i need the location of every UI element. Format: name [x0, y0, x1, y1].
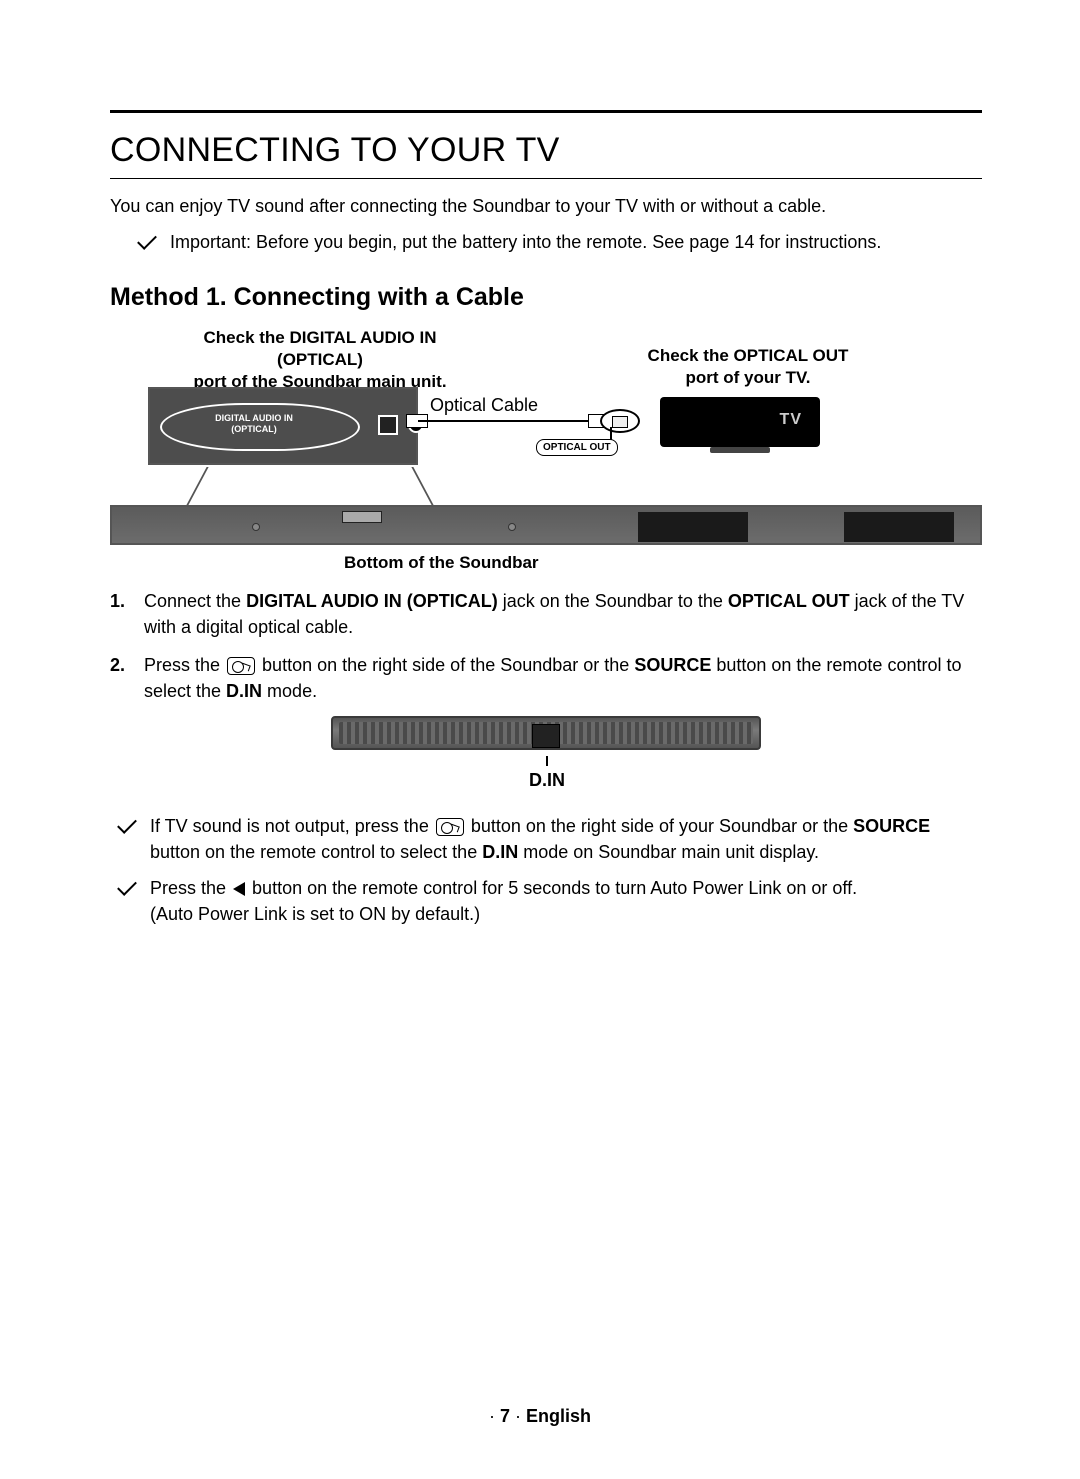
note1-post: mode on Soundbar main unit display.: [518, 842, 819, 862]
important-note-text: Important: Before you begin, put the bat…: [170, 229, 881, 255]
digital-in-line2: (OPTICAL): [231, 424, 277, 434]
checkmark-icon: [138, 233, 158, 253]
din-display-label: D.IN: [529, 770, 565, 791]
left-arrow-icon: [233, 882, 245, 896]
din-mode-diagram: D.IN: [331, 716, 761, 791]
step-2: Press the button on the right side of th…: [110, 652, 982, 704]
tv-optical-port-highlight-icon: [600, 409, 640, 433]
step-1: Connect the DIGITAL AUDIO IN (OPTICAL) j…: [110, 588, 982, 640]
step1-text-mid: jack on the Soundbar to the: [498, 591, 728, 611]
optical-out-port-label: OPTICAL OUT: [536, 439, 618, 456]
step2-text-pre: Press the: [144, 655, 225, 675]
speaker-grille-icon: [844, 512, 954, 542]
step2-text-post: mode.: [262, 681, 317, 701]
optical-cable-line-icon: [418, 420, 600, 422]
note2-subtext: (Auto Power Link is set to ON by default…: [150, 904, 480, 924]
footer-dot-left: ·: [489, 1406, 500, 1426]
note1-pre: If TV sound is not output, press the: [150, 816, 434, 836]
screw-icon: [508, 523, 516, 531]
notes-list: If TV sound is not output, press the but…: [110, 813, 982, 927]
method-heading: Method 1. Connecting with a Cable: [110, 283, 982, 312]
step2-bold-din: D.IN: [226, 681, 262, 701]
tv-illustration-icon: TV: [660, 397, 820, 447]
step1-bold-optical-out: OPTICAL OUT: [728, 591, 850, 611]
callout-left-line1: Check the DIGITAL AUDIO IN (OPTICAL): [204, 328, 437, 369]
callout-optical-out: Check the OPTICAL OUT port of your TV.: [630, 345, 866, 389]
note2-text: Press the button on the remote control f…: [150, 875, 857, 927]
port-jack-icon: [378, 415, 398, 435]
step1-text-pre: Connect the: [144, 591, 246, 611]
din-pointer-icon: [546, 756, 548, 766]
source-button-icon: [227, 657, 255, 675]
important-note-row: Important: Before you begin, put the bat…: [110, 229, 982, 255]
callout-right-line1: Check the OPTICAL OUT: [648, 346, 849, 365]
note-2: Press the button on the remote control f…: [110, 875, 982, 927]
speaker-grille-icon: [638, 512, 748, 542]
note2-pre: Press the: [150, 878, 231, 898]
footer-dot-right: ·: [510, 1406, 526, 1426]
step1-bold-digital-audio-in: DIGITAL AUDIO IN (OPTICAL): [246, 591, 498, 611]
digital-in-line1: DIGITAL AUDIO IN: [215, 413, 293, 423]
checkmark-icon: [118, 817, 138, 837]
note1-bold-source: SOURCE: [853, 816, 930, 836]
step2-text-mid: button on the right side of the Soundbar…: [257, 655, 634, 675]
footer-language: English: [526, 1406, 591, 1426]
page-footer: · 7 · English: [0, 1406, 1080, 1427]
top-horizontal-rule: [110, 110, 982, 113]
screw-icon: [252, 523, 260, 531]
digital-audio-in-port-label: DIGITAL AUDIO IN (OPTICAL): [202, 413, 306, 435]
note-1: If TV sound is not output, press the but…: [110, 813, 982, 865]
note2-mid: button on the remote control for 5 secon…: [247, 878, 857, 898]
optical-cable-label: Optical Cable: [430, 395, 538, 416]
soundbar-bottom-caption: Bottom of the Soundbar: [344, 553, 539, 573]
footer-page-number: 7: [500, 1406, 510, 1426]
note1-mid: button on the right side of your Soundba…: [466, 816, 853, 836]
tv-label-text: TV: [780, 411, 802, 429]
title-underline-rule: [110, 178, 982, 179]
source-button-icon: [436, 818, 464, 836]
soundbar-port-zoom-panel: DIGITAL AUDIO IN (OPTICAL): [148, 387, 418, 465]
port-panel-icon: [342, 511, 382, 523]
note1-mid2: button on the remote control to select t…: [150, 842, 482, 862]
tv-stand-icon: [710, 447, 770, 453]
soundbar-bottom-illustration: [110, 505, 982, 545]
soundbar-front-illustration-icon: [331, 716, 761, 750]
step2-bold-source: SOURCE: [634, 655, 711, 675]
checkmark-icon: [118, 879, 138, 899]
instruction-steps-list: Connect the DIGITAL AUDIO IN (OPTICAL) j…: [110, 588, 982, 704]
connection-diagram: Check the DIGITAL AUDIO IN (OPTICAL) por…: [110, 326, 982, 566]
callout-digital-audio-in: Check the DIGITAL AUDIO IN (OPTICAL) por…: [165, 327, 475, 393]
intro-text: You can enjoy TV sound after connecting …: [110, 193, 982, 219]
note1-bold-din: D.IN: [482, 842, 518, 862]
callout-right-line2: port of your TV.: [686, 368, 811, 387]
section-title: CONNECTING TO YOUR TV: [110, 131, 982, 170]
note1-text: If TV sound is not output, press the but…: [150, 813, 982, 865]
